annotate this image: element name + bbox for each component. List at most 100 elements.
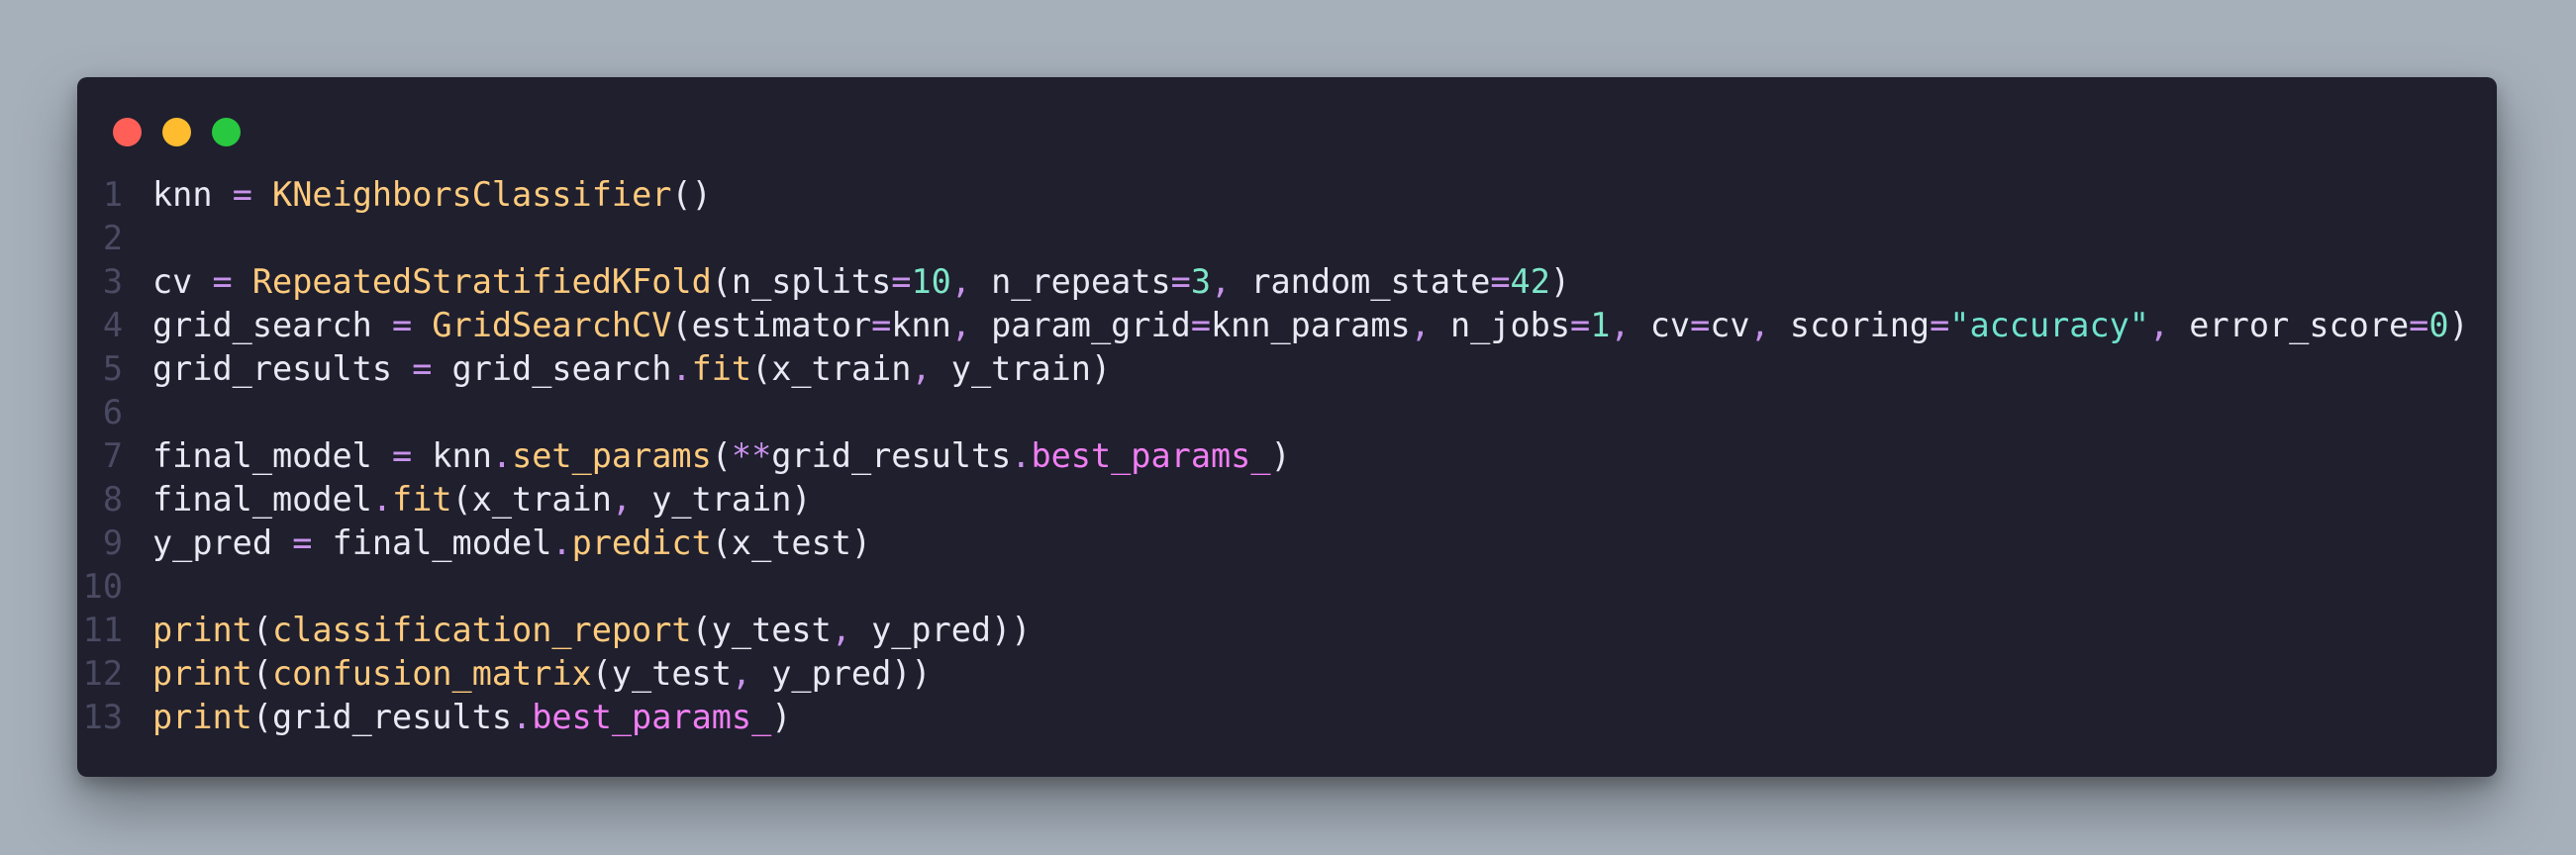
code-token: , bbox=[831, 611, 851, 649]
code-token: n_repeats bbox=[970, 262, 1171, 301]
code-token: print bbox=[152, 611, 252, 649]
minimize-dot-icon[interactable] bbox=[162, 118, 191, 146]
code-token: grid_results bbox=[152, 349, 413, 388]
code-token: 10 bbox=[911, 262, 951, 301]
code-token: ) bbox=[1549, 262, 1571, 301]
code-token: GridSearchCV bbox=[432, 306, 672, 344]
code-token: grid_results bbox=[771, 436, 1012, 475]
code-line: 3 cv = RepeatedStratifiedKFold(n_splits=1… bbox=[77, 260, 2469, 304]
code-token: knn bbox=[412, 436, 492, 475]
code-token: y_train) bbox=[931, 349, 1112, 388]
code-token: scoring bbox=[1769, 306, 1931, 344]
line-number: 13 bbox=[82, 698, 123, 736]
code-token: set_params bbox=[512, 436, 712, 475]
code-token: , bbox=[950, 306, 971, 344]
code-text: grid_results = grid_search.fit(x_train, … bbox=[152, 347, 1111, 391]
code-token: . bbox=[551, 523, 572, 562]
code-token: knn bbox=[152, 175, 233, 214]
line-number: 9 bbox=[102, 523, 123, 562]
code-line: 6 bbox=[77, 391, 2469, 434]
code-token: , bbox=[1410, 306, 1431, 344]
code-token: y_pred)) bbox=[850, 611, 1032, 649]
line-number: 10 bbox=[82, 567, 123, 606]
code-token: cv bbox=[1630, 306, 1691, 344]
code-line: 12 print(confusion_matrix(y_test, y_pred)… bbox=[77, 652, 2469, 696]
code-text: print(confusion_matrix(y_test, y_pred)) bbox=[152, 652, 932, 696]
line-number: 1 bbox=[102, 175, 123, 214]
code-token: y_pred bbox=[152, 523, 293, 562]
code-token: knn bbox=[891, 306, 951, 344]
code-token: print bbox=[152, 654, 252, 693]
code-token: predict bbox=[571, 523, 712, 562]
code-token: best_params_ bbox=[532, 698, 772, 736]
line-number: 8 bbox=[102, 480, 123, 519]
code-token: 0 bbox=[2428, 306, 2449, 344]
code-token: param_grid bbox=[970, 306, 1191, 344]
code-token: knn_params bbox=[1210, 306, 1411, 344]
code-token: (estimator bbox=[671, 306, 872, 344]
code-token: = bbox=[1170, 262, 1191, 301]
line-number: 4 bbox=[102, 306, 123, 344]
line-number: 5 bbox=[102, 349, 123, 388]
code-token: 42 bbox=[1510, 262, 1550, 301]
code-token: ( bbox=[251, 611, 273, 649]
code-window: 1 knn = KNeighborsClassifier() 2 3 cv = Repe… bbox=[77, 77, 2497, 777]
code-token: , bbox=[1211, 262, 1232, 301]
code-token: = bbox=[1190, 306, 1211, 344]
code-token: final_model bbox=[152, 480, 372, 519]
code-token: 3 bbox=[1190, 262, 1211, 301]
code-token: = bbox=[392, 436, 413, 475]
code-line: 9 y_pred = final_model.predict(x_test) bbox=[77, 522, 2469, 565]
line-number: 6 bbox=[102, 393, 123, 431]
code-token: n_jobs bbox=[1430, 306, 1571, 344]
code-token: (grid_results bbox=[251, 698, 513, 736]
code-token: (y_test bbox=[691, 611, 832, 649]
code-token: fit bbox=[392, 480, 452, 519]
code-token: = bbox=[412, 349, 433, 388]
code-text: final_model.fit(x_train, y_train) bbox=[152, 478, 812, 522]
code-line: 11 print(classification_report(y_test, y_… bbox=[77, 609, 2469, 652]
code-token: grid_search bbox=[432, 349, 672, 388]
code-token: grid_search bbox=[152, 306, 393, 344]
code-token: = bbox=[292, 523, 313, 562]
code-token: . bbox=[491, 436, 513, 475]
code-text: final_model = knn.set_params(**grid_resu… bbox=[152, 434, 1291, 478]
code-token: = bbox=[871, 306, 892, 344]
code-text: knn = KNeighborsClassifier() bbox=[152, 173, 712, 217]
code-token: ) bbox=[771, 698, 792, 736]
code-line: 2 bbox=[77, 217, 2469, 260]
code-token: y_train) bbox=[632, 480, 812, 519]
code-token: final_model bbox=[152, 436, 393, 475]
code-token: . bbox=[512, 698, 533, 736]
code-token: "accuracy" bbox=[1949, 306, 2149, 344]
code-token: classification_report bbox=[272, 611, 692, 649]
code-block: 1 knn = KNeighborsClassifier() 2 3 cv = Repe… bbox=[77, 173, 2469, 739]
code-token: ) bbox=[1270, 436, 1291, 475]
code-text: grid_search = GridSearchCV(estimator=knn… bbox=[152, 304, 2469, 347]
code-token: = bbox=[212, 262, 233, 301]
code-text: print(classification_report(y_test, y_pr… bbox=[152, 609, 1031, 652]
code-token: confusion_matrix bbox=[272, 654, 592, 693]
close-dot-icon[interactable] bbox=[113, 118, 142, 146]
code-token: (x_test) bbox=[711, 523, 872, 562]
code-token: = bbox=[891, 262, 912, 301]
code-token: print bbox=[152, 698, 252, 736]
code-token: , bbox=[2148, 306, 2170, 344]
maximize-dot-icon[interactable] bbox=[212, 118, 241, 146]
code-token: (x_train bbox=[451, 480, 612, 519]
code-text: cv = RepeatedStratifiedKFold(n_splits=10… bbox=[152, 260, 1570, 304]
code-line: 7 final_model = knn.set_params(**grid_res… bbox=[77, 434, 2469, 478]
code-token: ( bbox=[251, 654, 273, 693]
code-token: random_state bbox=[1231, 262, 1491, 301]
code-token: = bbox=[1690, 306, 1711, 344]
code-text: y_pred = final_model.predict(x_test) bbox=[152, 522, 871, 565]
code-token: RepeatedStratifiedKFold bbox=[251, 262, 712, 301]
code-token: = bbox=[1570, 306, 1591, 344]
code-token: error_score bbox=[2169, 306, 2410, 344]
line-number: 12 bbox=[82, 654, 123, 693]
code-token: KNeighborsClassifier bbox=[272, 175, 672, 214]
code-token: = bbox=[392, 306, 413, 344]
